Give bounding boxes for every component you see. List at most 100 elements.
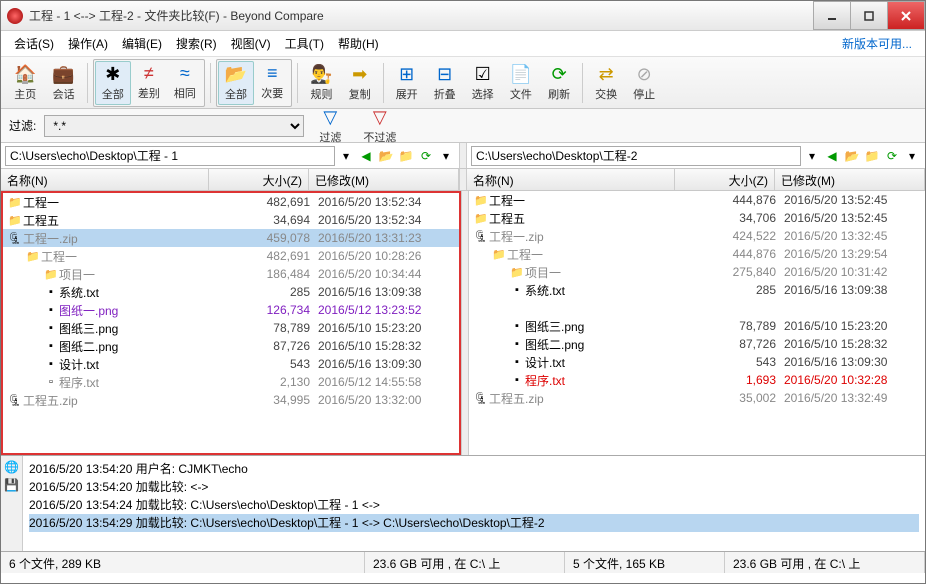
filter-combo[interactable]: *.* [44, 115, 304, 137]
row-name: 图纸一.png [59, 302, 220, 319]
more-icon[interactable]: ▾ [903, 147, 921, 165]
header-modified-left[interactable]: 已修改(M) [309, 169, 459, 190]
menu-session[interactable]: 会话(S) [7, 32, 61, 55]
more-icon[interactable]: ▾ [437, 147, 455, 165]
nofilter-button[interactable]: ▽不过滤 [356, 104, 403, 148]
notequal-icon: ≠ [144, 63, 154, 85]
browse-icon[interactable]: 📂 [377, 147, 395, 165]
dropdown-icon[interactable]: ▾ [803, 147, 821, 165]
table-row[interactable]: ▪图纸三.png78,7892016/5/10 15:23:20 [469, 317, 925, 335]
row-size: 87,726 [686, 337, 776, 351]
copy-button[interactable]: ➡复制 [342, 61, 378, 105]
approx-icon: ≈ [180, 63, 190, 85]
menu-help[interactable]: 帮助(H) [331, 32, 386, 55]
history-icon[interactable]: ⟳ [883, 147, 901, 165]
right-path-input[interactable] [471, 146, 801, 166]
diff-button[interactable]: ≠差别 [131, 61, 167, 105]
table-row[interactable]: ▪系统.txt2852016/5/16 13:09:38 [469, 281, 925, 299]
row-size: 444,876 [686, 247, 776, 261]
table-row[interactable]: 📁工程一482,6912016/5/20 13:52:34 [3, 193, 459, 211]
swap-button[interactable]: ⇄交换 [588, 61, 624, 105]
filter-button[interactable]: ▽过滤 [312, 104, 348, 148]
header-size-left[interactable]: 大小(Z) [209, 169, 309, 190]
log-line[interactable]: 2016/5/20 13:54:20 加载比较: <-> [29, 478, 919, 496]
table-row[interactable]: ▪设计.txt5432016/5/16 13:09:30 [3, 355, 459, 373]
left-path-input[interactable] [5, 146, 335, 166]
table-row[interactable]: ▪图纸三.png78,7892016/5/10 15:23:20 [3, 319, 459, 337]
expand-button[interactable]: ⊞展开 [389, 61, 425, 105]
history-icon[interactable]: ⟳ [417, 147, 435, 165]
table-row[interactable]: 🗜工程一.zip459,0782016/5/20 13:31:23 [3, 229, 459, 247]
row-name: 图纸三.png [525, 318, 686, 335]
minor-button[interactable]: ≡次要 [254, 61, 290, 105]
menu-edit[interactable]: 编辑(E) [115, 32, 169, 55]
header-size-right[interactable]: 大小(Z) [675, 169, 775, 190]
log-line[interactable]: 2016/5/20 13:54:20 用户名: CJMKT\echo [29, 460, 919, 478]
stop-button[interactable]: ⊘停止 [626, 61, 662, 105]
table-row[interactable]: ▪图纸二.png87,7262016/5/10 15:28:32 [469, 335, 925, 353]
select-button[interactable]: ☑选择 [465, 61, 501, 105]
row-name: 系统.txt [525, 282, 686, 299]
log-line[interactable]: 2016/5/20 13:54:24 加载比较: C:\Users\echo\D… [29, 496, 919, 514]
table-row[interactable]: 🗜工程五.zip34,9952016/5/20 13:32:00 [3, 391, 459, 409]
table-row[interactable]: 📁工程一444,8762016/5/20 13:29:54 [469, 245, 925, 263]
open-icon[interactable]: 📁 [397, 147, 415, 165]
home-button[interactable]: 🏠主页 [7, 61, 43, 105]
left-pane[interactable]: 📁工程一482,6912016/5/20 13:52:34📁工程五34,6942… [1, 191, 461, 455]
log-globe-icon[interactable]: 🌐 [3, 460, 20, 474]
header-name-left[interactable]: 名称(N) [1, 169, 209, 190]
menu-action[interactable]: 操作(A) [61, 32, 115, 55]
row-icon: ▪ [509, 338, 525, 350]
table-row[interactable]: 🗜工程一.zip424,5222016/5/20 13:32:45 [469, 227, 925, 245]
table-row[interactable]: ▪图纸一.png126,7342016/5/12 13:23:52 [3, 301, 459, 319]
table-row[interactable]: 📁项目一186,4842016/5/20 10:34:44 [3, 265, 459, 283]
open-icon[interactable]: 📁 [863, 147, 881, 165]
header-modified-right[interactable]: 已修改(M) [775, 169, 925, 190]
table-row[interactable]: ▪程序.txt1,6932016/5/20 10:32:28 [469, 371, 925, 389]
browse-icon[interactable]: 📂 [843, 147, 861, 165]
files-button[interactable]: 📄文件 [503, 61, 539, 105]
menubar: 会话(S) 操作(A) 编辑(E) 搜索(R) 视图(V) 工具(T) 帮助(H… [1, 31, 925, 57]
table-row[interactable]: 📁工程一482,6912016/5/20 10:28:26 [3, 247, 459, 265]
row-modified: 2016/5/20 13:52:34 [310, 213, 455, 227]
table-row[interactable]: ▪设计.txt5432016/5/16 13:09:30 [469, 353, 925, 371]
minimize-button[interactable] [813, 1, 851, 30]
log-save-icon[interactable]: 💾 [3, 478, 20, 492]
back-icon[interactable]: ◀ [357, 147, 375, 165]
table-row[interactable]: ▪图纸二.png87,7262016/5/10 15:28:32 [3, 337, 459, 355]
header-name-right[interactable]: 名称(N) [467, 169, 675, 190]
table-row[interactable]: ▪系统.txt2852016/5/16 13:09:38 [3, 283, 459, 301]
table-row[interactable]: 📁工程五34,7062016/5/20 13:52:45 [469, 209, 925, 227]
table-row[interactable] [469, 299, 925, 317]
refresh-button[interactable]: ⟳刷新 [541, 61, 577, 105]
back-icon[interactable]: ◀ [823, 147, 841, 165]
right-pane[interactable]: 📁工程一444,8762016/5/20 13:52:45📁工程五34,7062… [469, 191, 925, 455]
sessions-button[interactable]: 💼会话 [45, 61, 81, 105]
rules-button[interactable]: 👨‍⚖️规则 [303, 61, 339, 105]
all-button[interactable]: ✱全部 [95, 61, 131, 105]
row-modified: 2016/5/16 13:09:30 [310, 357, 455, 371]
row-icon: ▪ [43, 286, 59, 298]
same-button[interactable]: ≈相同 [167, 61, 203, 105]
close-button[interactable] [887, 1, 925, 30]
pane-splitter[interactable] [461, 191, 469, 455]
table-row[interactable]: ▫程序.txt2,1302016/5/12 14:55:58 [3, 373, 459, 391]
minor-icon: ≡ [267, 63, 278, 85]
table-row[interactable]: 📁项目一275,8402016/5/20 10:31:42 [469, 263, 925, 281]
table-row[interactable]: 🗜工程五.zip35,0022016/5/20 13:32:49 [469, 389, 925, 407]
menu-tools[interactable]: 工具(T) [278, 32, 331, 55]
path-splitter[interactable] [459, 143, 467, 168]
new-version-link[interactable]: 新版本可用... [835, 32, 919, 55]
all2-button[interactable]: 📂全部 [218, 61, 254, 105]
menu-search[interactable]: 搜索(R) [169, 32, 224, 55]
toolbar: 🏠主页 💼会话 ✱全部 ≠差别 ≈相同 📂全部 ≡次要 👨‍⚖️规则 ➡复制 ⊞… [1, 57, 925, 109]
collapse-button[interactable]: ⊟折叠 [427, 61, 463, 105]
dropdown-icon[interactable]: ▾ [337, 147, 355, 165]
log-line[interactable]: 2016/5/20 13:54:29 加载比较: C:\Users\echo\D… [29, 514, 919, 532]
table-row[interactable]: 📁工程一444,8762016/5/20 13:52:45 [469, 191, 925, 209]
log-text[interactable]: 2016/5/20 13:54:20 用户名: CJMKT\echo2016/5… [23, 456, 925, 551]
table-row[interactable]: 📁工程五34,6942016/5/20 13:52:34 [3, 211, 459, 229]
status-right-disk: 23.6 GB 可用 , 在 C:\ 上 [725, 552, 925, 573]
maximize-button[interactable] [850, 1, 888, 30]
menu-view[interactable]: 视图(V) [224, 32, 278, 55]
